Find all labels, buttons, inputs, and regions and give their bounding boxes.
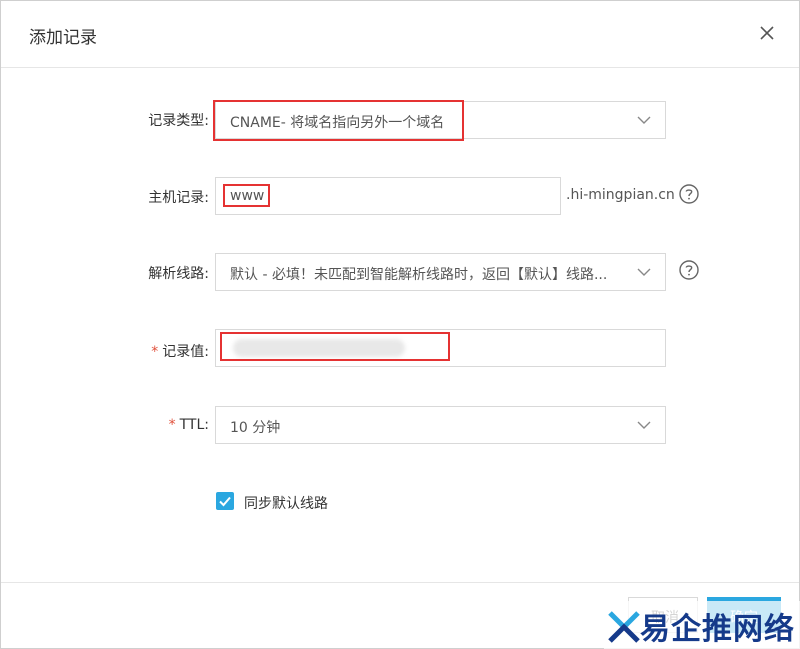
- ttl-label-row: * TTL:: [131, 417, 209, 433]
- dialog-title: 添加记录: [29, 28, 97, 48]
- host-label: 主机记录:: [148, 190, 209, 206]
- line-value: 默认 - 必填！未匹配到智能解析线路时，返回【默认】线路...: [230, 267, 608, 283]
- dialog-header: 添加记录: [1, 1, 799, 68]
- help-icon[interactable]: [679, 184, 699, 204]
- close-icon[interactable]: [757, 23, 777, 43]
- record-value-highlight: [220, 332, 450, 361]
- record-type-highlight: [213, 100, 464, 141]
- required-mark: *: [151, 344, 159, 360]
- record-value-label: 记录值:: [162, 344, 209, 360]
- required-mark: *: [168, 417, 176, 433]
- sync-checkbox[interactable]: [216, 492, 234, 510]
- add-record-dialog: 添加记录 记录类型: CNAME- 将域名指向另外一个域名 主机记录: www …: [0, 0, 800, 649]
- chevron-down-icon: [637, 421, 651, 429]
- chevron-down-icon: [637, 268, 651, 276]
- domain-suffix: .hi-mingpian.cn: [566, 187, 675, 203]
- sync-label: 同步默认线路: [244, 496, 328, 512]
- host-highlight: [223, 184, 270, 207]
- check-icon: [219, 496, 231, 507]
- line-select[interactable]: 默认 - 必填！未匹配到智能解析线路时，返回【默认】线路...: [215, 253, 666, 291]
- help-icon[interactable]: [679, 260, 699, 280]
- ttl-label: TTL:: [179, 417, 209, 433]
- record-value-label-row: * 记录值:: [131, 341, 209, 361]
- record-type-label: 记录类型:: [148, 113, 209, 129]
- line-label: 解析线路:: [148, 266, 209, 282]
- chevron-down-icon: [637, 116, 651, 124]
- ttl-select[interactable]: 10 分钟: [215, 406, 666, 444]
- ttl-value: 10 分钟: [230, 420, 281, 436]
- watermark-text: 易企推网络: [640, 612, 795, 647]
